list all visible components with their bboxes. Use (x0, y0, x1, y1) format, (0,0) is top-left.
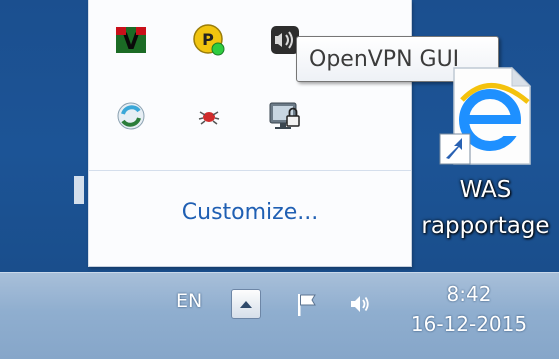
desktop: V P Customize... OpenVPN GUI WAS rapport… (0, 0, 559, 272)
yellow-status-icon[interactable]: P (189, 20, 229, 60)
up-arrow-icon (240, 301, 252, 308)
partial-desktop-label (74, 176, 84, 204)
speaker-icon (351, 296, 369, 312)
show-hidden-icons-button[interactable] (231, 289, 261, 319)
shortcut-label-line1: WAS (459, 177, 512, 203)
partial-desktop-label-dots (0, 218, 20, 246)
vim-icon[interactable]: V (111, 20, 151, 60)
flag-icon (298, 294, 316, 316)
tray-icon-grid: V P (89, 0, 411, 170)
sync-icon[interactable] (111, 96, 151, 136)
desktop-shortcut-was-rapportage[interactable]: WAS rapportage (412, 60, 559, 260)
internet-explorer-icon (439, 66, 532, 165)
network-locked-icon[interactable] (265, 96, 305, 136)
system-clock[interactable]: 8:42 16-12-2015 (394, 279, 544, 339)
volume-button[interactable] (343, 289, 377, 319)
taskbar: EN 8:42 16-12-2015 (0, 272, 559, 359)
action-center-button[interactable] (290, 289, 324, 319)
clock-date: 16-12-2015 (410, 312, 528, 336)
language-indicator[interactable]: EN (176, 290, 202, 312)
bug-icon[interactable] (189, 96, 229, 136)
shortcut-label-line2: rapportage (421, 213, 550, 239)
popup-divider (89, 170, 411, 171)
customize-link[interactable]: Customize... (89, 198, 411, 228)
clock-time: 8:42 (446, 282, 492, 306)
